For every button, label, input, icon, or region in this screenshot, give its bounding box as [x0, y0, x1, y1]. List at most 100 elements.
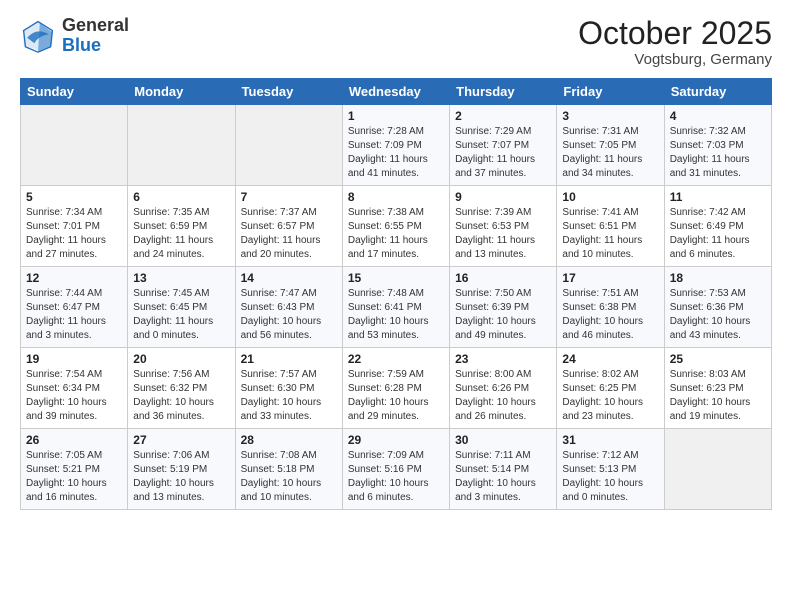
day-info: Sunrise: 8:03 AMSunset: 6:23 PMDaylight:… — [670, 368, 766, 424]
day-number: 10 — [562, 190, 658, 204]
day-info: Sunrise: 7:47 AMSunset: 6:43 PMDaylight:… — [241, 287, 337, 343]
day-number: 13 — [133, 271, 229, 285]
day-cell — [235, 105, 342, 186]
weekday-monday: Monday — [128, 79, 235, 105]
week-row-4: 19 Sunrise: 7:54 AMSunset: 6:34 PMDayligh… — [21, 348, 772, 429]
week-row-3: 12 Sunrise: 7:44 AMSunset: 6:47 PMDayligh… — [21, 267, 772, 348]
day-cell: 11 Sunrise: 7:42 AMSunset: 6:49 PMDayligh… — [664, 186, 771, 267]
day-number: 30 — [455, 433, 551, 447]
day-info: Sunrise: 7:39 AMSunset: 6:53 PMDaylight:… — [455, 206, 551, 262]
day-info: Sunrise: 7:31 AMSunset: 7:05 PMDaylight:… — [562, 125, 658, 181]
day-cell: 29 Sunrise: 7:09 AMSunset: 5:16 PMDayligh… — [342, 429, 449, 510]
day-number: 22 — [348, 352, 444, 366]
day-number: 1 — [348, 109, 444, 123]
weekday-sunday: Sunday — [21, 79, 128, 105]
day-info: Sunrise: 8:00 AMSunset: 6:26 PMDaylight:… — [455, 368, 551, 424]
logo-icon — [20, 18, 56, 54]
day-info: Sunrise: 7:54 AMSunset: 6:34 PMDaylight:… — [26, 368, 122, 424]
day-info: Sunrise: 7:41 AMSunset: 6:51 PMDaylight:… — [562, 206, 658, 262]
day-cell — [664, 429, 771, 510]
day-cell: 24 Sunrise: 8:02 AMSunset: 6:25 PMDayligh… — [557, 348, 664, 429]
day-number: 18 — [670, 271, 766, 285]
day-cell: 21 Sunrise: 7:57 AMSunset: 6:30 PMDayligh… — [235, 348, 342, 429]
day-info: Sunrise: 7:06 AMSunset: 5:19 PMDaylight:… — [133, 449, 229, 505]
day-number: 14 — [241, 271, 337, 285]
day-cell: 7Sunrise: 7:37 AMSunset: 6:57 PMDaylight… — [235, 186, 342, 267]
day-number: 15 — [348, 271, 444, 285]
day-info: Sunrise: 7:50 AMSunset: 6:39 PMDaylight:… — [455, 287, 551, 343]
day-number: 6 — [133, 190, 229, 204]
day-number: 4 — [670, 109, 766, 123]
day-info: Sunrise: 7:34 AMSunset: 7:01 PMDaylight:… — [26, 206, 122, 262]
header: General Blue October 2025 Vogtsburg, Ger… — [20, 16, 772, 68]
day-number: 24 — [562, 352, 658, 366]
location: Vogtsburg, Germany — [578, 51, 772, 68]
logo-general: General — [62, 15, 129, 35]
day-info: Sunrise: 7:08 AMSunset: 5:18 PMDaylight:… — [241, 449, 337, 505]
week-row-5: 26Sunrise: 7:05 AMSunset: 5:21 PMDayligh… — [21, 429, 772, 510]
day-info: Sunrise: 7:57 AMSunset: 6:30 PMDaylight:… — [241, 368, 337, 424]
day-info: Sunrise: 7:51 AMSunset: 6:38 PMDaylight:… — [562, 287, 658, 343]
day-number: 12 — [26, 271, 122, 285]
day-cell: 3 Sunrise: 7:31 AMSunset: 7:05 PMDaylight… — [557, 105, 664, 186]
weekday-tuesday: Tuesday — [235, 79, 342, 105]
day-info: Sunrise: 7:56 AMSunset: 6:32 PMDaylight:… — [133, 368, 229, 424]
day-cell: 2 Sunrise: 7:29 AMSunset: 7:07 PMDaylight… — [450, 105, 557, 186]
day-info: Sunrise: 7:29 AMSunset: 7:07 PMDaylight:… — [455, 125, 551, 181]
day-number: 17 — [562, 271, 658, 285]
day-number: 29 — [348, 433, 444, 447]
day-cell: 30 Sunrise: 7:11 AMSunset: 5:14 PMDayligh… — [450, 429, 557, 510]
day-cell: 17 Sunrise: 7:51 AMSunset: 6:38 PMDayligh… — [557, 267, 664, 348]
day-cell: 28Sunrise: 7:08 AMSunset: 5:18 PMDayligh… — [235, 429, 342, 510]
day-info: Sunrise: 7:42 AMSunset: 6:49 PMDaylight:… — [670, 206, 766, 262]
day-cell: 14 Sunrise: 7:47 AMSunset: 6:43 PMDayligh… — [235, 267, 342, 348]
day-cell: 13 Sunrise: 7:45 AMSunset: 6:45 PMDayligh… — [128, 267, 235, 348]
day-cell: 16Sunrise: 7:50 AMSunset: 6:39 PMDayligh… — [450, 267, 557, 348]
weekday-thursday: Thursday — [450, 79, 557, 105]
day-info: Sunrise: 8:02 AMSunset: 6:25 PMDaylight:… — [562, 368, 658, 424]
day-info: Sunrise: 7:53 AMSunset: 6:36 PMDaylight:… — [670, 287, 766, 343]
day-cell: 8 Sunrise: 7:38 AMSunset: 6:55 PMDaylight… — [342, 186, 449, 267]
week-row-1: 1 Sunrise: 7:28 AMSunset: 7:09 PMDaylight… — [21, 105, 772, 186]
day-info: Sunrise: 7:44 AMSunset: 6:47 PMDaylight:… — [26, 287, 122, 343]
day-cell: 6 Sunrise: 7:35 AMSunset: 6:59 PMDaylight… — [128, 186, 235, 267]
day-info: Sunrise: 7:59 AMSunset: 6:28 PMDaylight:… — [348, 368, 444, 424]
month-title: October 2025 — [578, 16, 772, 51]
page: General Blue October 2025 Vogtsburg, Ger… — [0, 0, 792, 612]
day-number: 27 — [133, 433, 229, 447]
logo-text: General Blue — [62, 16, 129, 56]
day-number: 25 — [670, 352, 766, 366]
weekday-friday: Friday — [557, 79, 664, 105]
day-info: Sunrise: 7:38 AMSunset: 6:55 PMDaylight:… — [348, 206, 444, 262]
day-info: Sunrise: 7:35 AMSunset: 6:59 PMDaylight:… — [133, 206, 229, 262]
day-number: 2 — [455, 109, 551, 123]
day-info: Sunrise: 7:09 AMSunset: 5:16 PMDaylight:… — [348, 449, 444, 505]
title-block: October 2025 Vogtsburg, Germany — [578, 16, 772, 68]
day-number: 20 — [133, 352, 229, 366]
day-info: Sunrise: 7:45 AMSunset: 6:45 PMDaylight:… — [133, 287, 229, 343]
day-cell — [21, 105, 128, 186]
day-info: Sunrise: 7:48 AMSunset: 6:41 PMDaylight:… — [348, 287, 444, 343]
day-info: Sunrise: 7:37 AMSunset: 6:57 PMDaylight:… — [241, 206, 337, 262]
day-cell: 31 Sunrise: 7:12 AMSunset: 5:13 PMDayligh… — [557, 429, 664, 510]
day-cell: 20 Sunrise: 7:56 AMSunset: 6:32 PMDayligh… — [128, 348, 235, 429]
day-info: Sunrise: 7:28 AMSunset: 7:09 PMDaylight:… — [348, 125, 444, 181]
day-number: 21 — [241, 352, 337, 366]
day-cell: 23Sunrise: 8:00 AMSunset: 6:26 PMDayligh… — [450, 348, 557, 429]
day-number: 8 — [348, 190, 444, 204]
day-number: 11 — [670, 190, 766, 204]
day-cell: 5Sunrise: 7:34 AMSunset: 7:01 PMDaylight… — [21, 186, 128, 267]
weekday-wednesday: Wednesday — [342, 79, 449, 105]
day-number: 19 — [26, 352, 122, 366]
day-cell: 18 Sunrise: 7:53 AMSunset: 6:36 PMDayligh… — [664, 267, 771, 348]
day-info: Sunrise: 7:11 AMSunset: 5:14 PMDaylight:… — [455, 449, 551, 505]
day-cell: 27 Sunrise: 7:06 AMSunset: 5:19 PMDayligh… — [128, 429, 235, 510]
day-info: Sunrise: 7:12 AMSunset: 5:13 PMDaylight:… — [562, 449, 658, 505]
day-number: 3 — [562, 109, 658, 123]
day-cell: 10 Sunrise: 7:41 AMSunset: 6:51 PMDayligh… — [557, 186, 664, 267]
logo: General Blue — [20, 16, 129, 56]
day-cell: 1 Sunrise: 7:28 AMSunset: 7:09 PMDaylight… — [342, 105, 449, 186]
day-number: 31 — [562, 433, 658, 447]
day-cell: 15 Sunrise: 7:48 AMSunset: 6:41 PMDayligh… — [342, 267, 449, 348]
day-cell: 22 Sunrise: 7:59 AMSunset: 6:28 PMDayligh… — [342, 348, 449, 429]
